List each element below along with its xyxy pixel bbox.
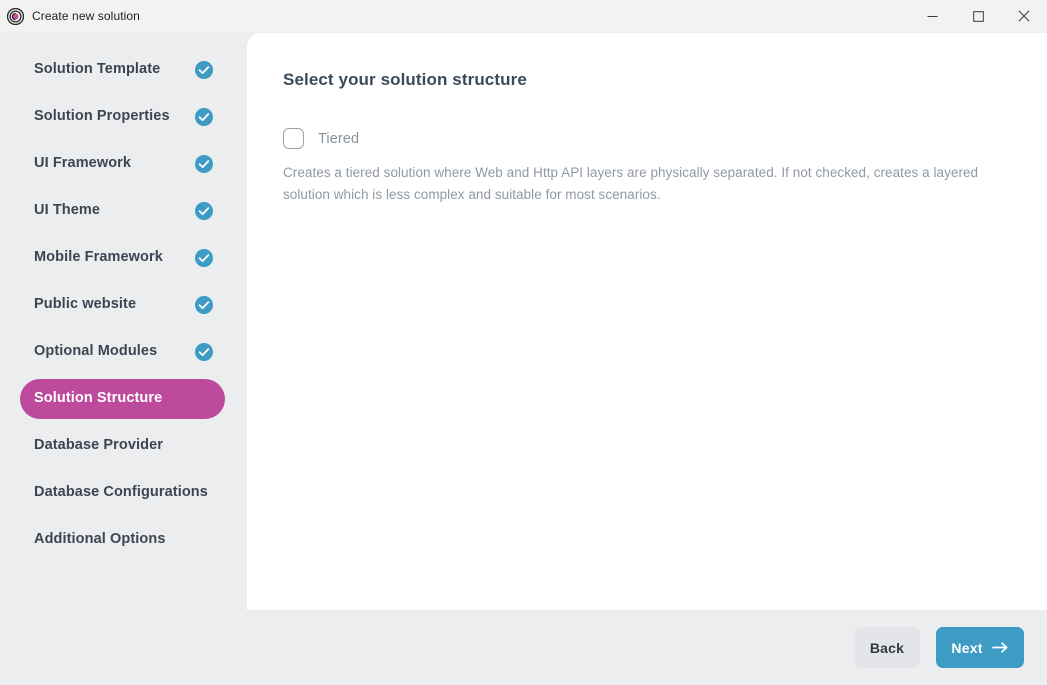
sidebar-item-label: Additional Options	[34, 531, 166, 548]
page-title: Select your solution structure	[283, 70, 527, 89]
abp-logo-icon	[7, 7, 24, 25]
sidebar-item-optional-modules[interactable]: Optional Modules	[20, 332, 225, 372]
content-panel: Select your solution structure Tiered Cr…	[247, 33, 1047, 610]
window-title: Create new solution	[32, 9, 140, 23]
close-button[interactable]	[1001, 0, 1047, 32]
check-circle-icon	[195, 249, 213, 267]
sidebar-item-solution-template[interactable]: Solution Template	[20, 50, 225, 90]
next-button[interactable]: Next	[936, 627, 1024, 668]
next-button-label: Next	[951, 639, 983, 656]
check-circle-icon	[195, 155, 213, 173]
window-controls	[909, 0, 1047, 32]
check-circle-icon	[195, 296, 213, 314]
sidebar-item-additional-options[interactable]: Additional Options	[20, 520, 225, 560]
sidebar-item-ui-theme[interactable]: UI Theme	[20, 191, 225, 231]
tiered-checkbox-label[interactable]: Tiered	[318, 131, 359, 147]
sidebar-item-database-configurations[interactable]: Database Configurations	[20, 473, 225, 513]
tiered-option-row: Tiered	[283, 128, 1007, 149]
sidebar-item-label: Solution Structure	[34, 390, 163, 407]
title-bar-drag-region[interactable]	[140, 0, 909, 32]
minimize-button[interactable]	[909, 0, 955, 32]
sidebar-item-label: UI Theme	[34, 202, 101, 219]
sidebar-item-label: Public website	[34, 296, 137, 313]
sidebar-item-mobile-framework[interactable]: Mobile Framework	[20, 238, 225, 278]
sidebar-item-label: Optional Modules	[34, 343, 158, 360]
sidebar-item-database-provider[interactable]: Database Provider	[20, 426, 225, 466]
content-panel-inner: Select your solution structure Tiered Cr…	[247, 33, 1047, 206]
sidebar-item-label: UI Framework	[34, 155, 132, 172]
maximize-icon	[972, 10, 984, 22]
title-bar: Create new solution	[0, 0, 1047, 32]
close-icon	[1018, 10, 1030, 22]
arrow-right-icon	[991, 641, 1009, 654]
check-circle-icon	[195, 343, 213, 361]
wizard-step-sidebar: Solution Template Solution Properties UI…	[0, 32, 247, 685]
check-circle-icon	[195, 108, 213, 126]
sidebar-item-solution-properties[interactable]: Solution Properties	[20, 97, 225, 137]
sidebar-item-ui-framework[interactable]: UI Framework	[20, 144, 225, 184]
application-window: ─ ─ ─ Create new solution	[0, 0, 1047, 685]
back-button[interactable]: Back	[854, 627, 920, 668]
maximize-button[interactable]	[955, 0, 1001, 32]
tiered-description: Creates a tiered solution where Web and …	[283, 165, 979, 202]
sidebar-item-label: Solution Properties	[34, 108, 170, 125]
sidebar-item-solution-structure[interactable]: Solution Structure	[20, 379, 225, 419]
sidebar-item-label: Database Provider	[34, 437, 164, 454]
check-circle-icon	[195, 202, 213, 220]
sidebar-item-label: Solution Template	[34, 61, 161, 78]
wizard-footer: Back Next	[0, 610, 1047, 685]
back-button-label: Back	[869, 639, 905, 656]
minimize-icon	[927, 11, 938, 22]
check-circle-icon	[195, 61, 213, 79]
sidebar-item-public-website[interactable]: Public website	[20, 285, 225, 325]
sidebar-item-label: Database Configurations	[34, 484, 208, 501]
tiered-checkbox[interactable]	[283, 128, 304, 149]
sidebar-item-label: Mobile Framework	[34, 249, 163, 266]
title-bar-left: Create new solution	[0, 7, 140, 25]
